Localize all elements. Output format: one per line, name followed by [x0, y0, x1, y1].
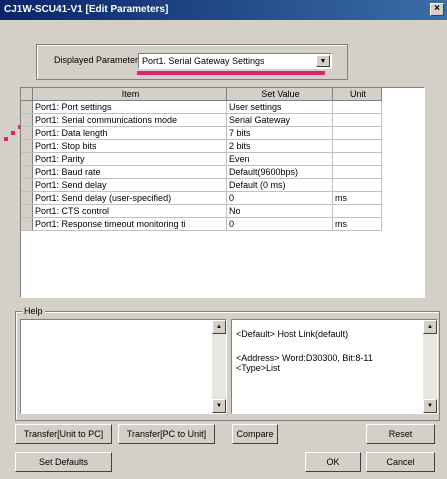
- item-cell: Port1: Send delay: [32, 178, 227, 192]
- row-header[interactable]: [21, 204, 33, 218]
- value-cell[interactable]: Default(9600bps): [226, 165, 333, 179]
- help-text-right[interactable]: <Default> Host Link(default) <Address> W…: [231, 319, 438, 414]
- table-header-row: Item Set Value Unit: [21, 88, 382, 101]
- unit-cell: [332, 178, 382, 192]
- item-cell: Port1: Parity: [32, 152, 227, 166]
- value-cell[interactable]: Default (0 ms): [226, 178, 333, 192]
- window-title: CJ1W-SCU41-V1 [Edit Parameters]: [4, 4, 169, 15]
- row-header-corner: [21, 88, 33, 101]
- row-header[interactable]: [21, 152, 33, 166]
- column-header-set-value[interactable]: Set Value: [226, 88, 333, 101]
- help-text-left[interactable]: ▲ ▼: [20, 319, 227, 414]
- value-cell[interactable]: User settings: [226, 100, 333, 114]
- value-cell[interactable]: Serial Gateway: [226, 113, 333, 127]
- item-cell: Port1: Send delay (user-specified): [32, 191, 227, 205]
- parameter-table: Item Set Value Unit Port1: Port settings…: [21, 88, 382, 231]
- displayed-parameter-label: Displayed Parameter: [54, 55, 139, 65]
- unit-cell: ms: [332, 191, 382, 205]
- chevron-down-icon[interactable]: ▼: [316, 55, 330, 67]
- table-row[interactable]: Port1: Response timeout monitoring ti 0 ms: [21, 217, 382, 231]
- row-header[interactable]: [21, 113, 33, 127]
- value-cell[interactable]: Even: [226, 152, 333, 166]
- value-cell[interactable]: 0: [226, 191, 333, 205]
- unit-cell: [332, 165, 382, 179]
- item-cell: Port1: Port settings: [32, 100, 227, 114]
- annotation-underline: [137, 71, 325, 75]
- row-header[interactable]: [21, 191, 33, 205]
- transfer-unit-to-pc-button[interactable]: Transfer[Unit to PC]: [15, 424, 112, 444]
- value-cell[interactable]: 0: [226, 217, 333, 231]
- help-address-text: <Address> Word:D30300, Bit:8-11: [236, 353, 373, 363]
- row-header[interactable]: [21, 126, 33, 140]
- row-header[interactable]: [21, 100, 33, 114]
- help-right-scrollbar[interactable]: ▲ ▼: [423, 320, 437, 413]
- item-cell: Port1: Response timeout monitoring ti: [32, 217, 227, 231]
- table-row[interactable]: Port1: Stop bits 2 bits: [21, 139, 382, 153]
- edit-parameters-window: CJ1W-SCU41-V1 [Edit Parameters] × Displa…: [0, 0, 447, 479]
- item-cell: Port1: Baud rate: [32, 165, 227, 179]
- item-cell: Port1: Stop bits: [32, 139, 227, 153]
- compare-button[interactable]: Compare: [232, 424, 278, 444]
- table-row[interactable]: Port1: Parity Even: [21, 152, 382, 166]
- table-row[interactable]: Port1: Send delay Default (0 ms): [21, 178, 382, 192]
- unit-cell: [332, 100, 382, 114]
- unit-cell: [332, 139, 382, 153]
- displayed-parameter-value: Port1. Serial Gateway Settings: [142, 56, 265, 66]
- table-row[interactable]: Port1: Send delay (user-specified) 0 ms: [21, 191, 382, 205]
- transfer-pc-to-unit-button[interactable]: Transfer[PC to Unit]: [118, 424, 215, 444]
- reset-button[interactable]: Reset: [366, 424, 435, 444]
- help-default-text: <Default> Host Link(default): [236, 329, 349, 339]
- ok-button[interactable]: OK: [305, 452, 361, 472]
- item-cell: Port1: Serial communications mode: [32, 113, 227, 127]
- unit-cell: [332, 152, 382, 166]
- scroll-up-icon[interactable]: ▲: [212, 320, 226, 334]
- unit-cell: [332, 204, 382, 218]
- row-header[interactable]: [21, 217, 33, 231]
- value-cell[interactable]: No: [226, 204, 333, 218]
- help-left-scrollbar[interactable]: ▲ ▼: [212, 320, 226, 413]
- cancel-button[interactable]: Cancel: [366, 452, 435, 472]
- help-type-text: <Type>List: [236, 363, 281, 373]
- unit-cell: ms: [332, 217, 382, 231]
- parameter-grid[interactable]: Item Set Value Unit Port1: Port settings…: [20, 87, 425, 298]
- title-bar[interactable]: CJ1W-SCU41-V1 [Edit Parameters] ×: [0, 0, 447, 20]
- column-header-unit[interactable]: Unit: [332, 88, 382, 101]
- column-header-item[interactable]: Item: [32, 88, 227, 101]
- value-cell[interactable]: 2 bits: [226, 139, 333, 153]
- table-row[interactable]: Port1: Baud rate Default(9600bps): [21, 165, 382, 179]
- table-row[interactable]: Port1: Data length 7 bits: [21, 126, 382, 140]
- set-defaults-button[interactable]: Set Defaults: [15, 452, 112, 472]
- help-label: Help: [22, 306, 45, 316]
- table-row[interactable]: Port1: Port settings User settings: [21, 100, 382, 114]
- item-cell: Port1: Data length: [32, 126, 227, 140]
- displayed-parameter-select[interactable]: Port1. Serial Gateway Settings ▼: [138, 53, 332, 69]
- scroll-up-icon[interactable]: ▲: [423, 320, 437, 334]
- row-header[interactable]: [21, 139, 33, 153]
- table-row[interactable]: Port1: Serial communications mode Serial …: [21, 113, 382, 127]
- value-cell[interactable]: 7 bits: [226, 126, 333, 140]
- unit-cell: [332, 126, 382, 140]
- scroll-down-icon[interactable]: ▼: [212, 399, 226, 413]
- table-row[interactable]: Port1: CTS control No: [21, 204, 382, 218]
- unit-cell: [332, 113, 382, 127]
- row-header[interactable]: [21, 178, 33, 192]
- item-cell: Port1: CTS control: [32, 204, 227, 218]
- scroll-down-icon[interactable]: ▼: [423, 399, 437, 413]
- row-header[interactable]: [21, 165, 33, 179]
- close-button[interactable]: ×: [430, 3, 444, 16]
